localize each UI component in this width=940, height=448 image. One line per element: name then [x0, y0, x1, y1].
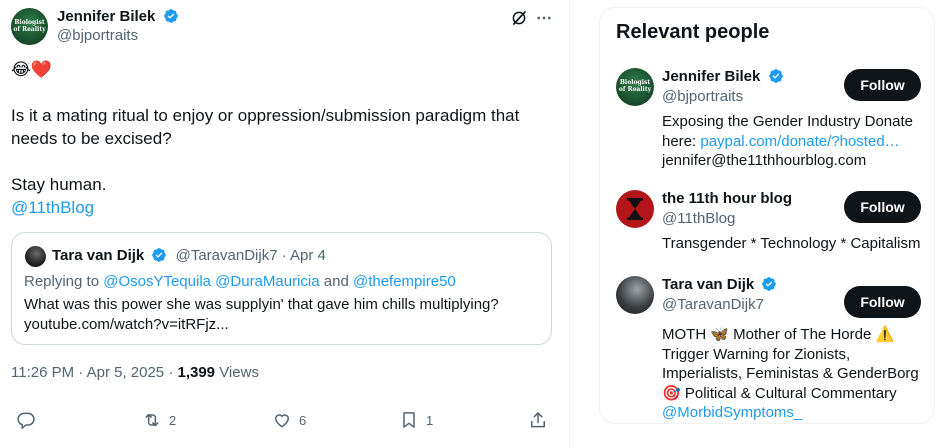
person-name[interactable]: Tara van Dijk	[662, 276, 777, 293]
more-icon[interactable]	[535, 9, 553, 27]
quote-text-line: youtube.com/watch?v=itRFjz...	[24, 316, 229, 333]
person-name-text: Tara van Dijk	[662, 276, 755, 293]
follow-button[interactable]: Follow	[844, 286, 921, 318]
heart-icon	[274, 414, 290, 428]
person-card[interactable]: Tara van Dijk @TaravanDijk7 MOTH 🦋 Mothe…	[616, 276, 921, 421]
quote-avatar[interactable]	[25, 246, 46, 267]
bio-text: Transgender * Technology * Capitalism	[662, 235, 921, 252]
verified-badge-icon	[152, 248, 167, 262]
like-count: 6	[299, 412, 307, 428]
replying-prefix: Replying to	[24, 273, 104, 290]
person-card[interactable]: the 11th hour blog @11thBlog Transgender…	[616, 190, 921, 252]
bio-link[interactable]: @MorbidSymptoms_	[662, 403, 924, 423]
quote-text: What was this power she was supplyin' th…	[24, 295, 544, 335]
grok-icon[interactable]	[510, 9, 528, 27]
tweet-body-line: Is it a mating ritual to enjoy or oppres…	[11, 106, 520, 125]
tweet-body-line: Stay human.	[11, 175, 107, 194]
follow-button[interactable]: Follow	[844, 69, 921, 101]
person-bio: Transgender * Technology * Capitalism	[662, 234, 924, 254]
author-name[interactable]: Jennifer Bilek	[57, 8, 179, 25]
person-handle[interactable]: @TaravanDijk7	[662, 296, 764, 313]
reply-button[interactable]	[16, 410, 36, 430]
bookmark-count: 1	[426, 412, 434, 428]
tweet-actions: 2 6 1	[0, 410, 570, 436]
quote-handle-date: @TaravanDijk7 · Apr 4	[175, 247, 326, 264]
replying-mentions[interactable]: @OsosYTequila @DuraMauricia	[103, 273, 319, 290]
person-bio: MOTH 🦋 Mother of The Horde ⚠️ Trigger Wa…	[662, 325, 924, 423]
like-button[interactable]: 6	[272, 410, 306, 430]
bio-text: MOTH 🦋 Mother of The Horde ⚠️	[662, 326, 895, 343]
person-handle[interactable]: @bjportraits	[662, 88, 743, 105]
reply-icon	[17, 412, 35, 430]
views-count: 1,399	[177, 364, 216, 381]
quote-author-name[interactable]: Tara van Dijk	[52, 247, 144, 264]
timestamp-text[interactable]: 11:26 PM · Apr 5, 2025 ·	[11, 364, 177, 381]
tweet-body: Is it a mating ritual to enjoy or oppres…	[11, 104, 551, 219]
share-icon	[531, 412, 545, 428]
person-name-text: Jennifer Bilek	[662, 68, 761, 85]
person-bio: Exposing the Gender Industry Donate here…	[662, 112, 924, 171]
tweet-detail: Biologist of Reality Jennifer Bilek @bjp…	[0, 0, 570, 448]
tweet-timestamp: 11:26 PM · Apr 5, 2025 · 1,399 Views	[11, 364, 259, 381]
panel-title: Relevant people	[616, 21, 770, 43]
avatar-logo-text: Biologist of Reality	[13, 19, 46, 33]
bio-text: Trigger Warning for Zionists,	[662, 345, 851, 363]
retweet-count: 2	[169, 412, 177, 428]
bio-text: jennifer@the11thhourblog.com	[662, 152, 867, 169]
avatar-logo-text: Biologist of Reality	[618, 79, 652, 93]
bookmark-icon	[403, 412, 415, 428]
person-avatar[interactable]: Biologist of Reality	[616, 68, 654, 106]
verified-badge-icon	[762, 277, 777, 291]
views-label: Views	[215, 364, 259, 381]
verified-badge-icon	[163, 9, 178, 23]
quote-text-line: What was this power she was supplyin' th…	[24, 296, 499, 313]
relevant-people-panel: Relevant people Biologist of Reality Jen…	[599, 7, 935, 424]
person-avatar[interactable]	[616, 276, 654, 314]
person-avatar[interactable]	[616, 190, 654, 228]
replying-and: and	[319, 273, 353, 290]
retweet-button[interactable]: 2	[142, 410, 176, 430]
follow-button[interactable]: Follow	[844, 191, 921, 223]
quote-replying-to: Replying to @OsosYTequila @DuraMauricia …	[24, 273, 456, 290]
author-handle[interactable]: @bjportraits	[57, 27, 138, 44]
verified-badge-icon	[768, 69, 783, 83]
person-handle[interactable]: @11thBlog	[662, 210, 735, 227]
bio-text: Imperialists, Feministas & GenderBorg	[662, 365, 919, 382]
bookmark-button[interactable]: 1	[399, 410, 433, 430]
mention-link[interactable]: @11thBlog	[11, 196, 551, 219]
person-name[interactable]: the 11th hour blog	[662, 190, 792, 207]
retweet-icon	[145, 413, 159, 427]
person-card[interactable]: Biologist of Reality Jennifer Bilek @bjp…	[616, 68, 921, 173]
bio-link[interactable]: paypal.com/donate/?hosted…	[700, 133, 899, 150]
author-avatar[interactable]: Biologist of Reality	[11, 8, 48, 45]
tweet-body-line: needs to be excised?	[11, 129, 172, 148]
quote-header: Tara van Dijk @TaravanDijk7 · Apr 4	[52, 247, 326, 264]
replying-mention-last[interactable]: @thefempire50	[353, 273, 456, 290]
bio-text: 🎯 Political & Cultural Commentary	[662, 384, 897, 402]
author-name-text: Jennifer Bilek	[57, 8, 156, 25]
hourglass-icon	[627, 198, 643, 220]
quoted-tweet[interactable]: Tara van Dijk @TaravanDijk7 · Apr 4 Repl…	[11, 232, 552, 345]
person-name[interactable]: Jennifer Bilek	[662, 68, 784, 85]
share-button[interactable]	[528, 410, 548, 430]
tweet-emoji-line: 😂❤️	[11, 60, 53, 79]
